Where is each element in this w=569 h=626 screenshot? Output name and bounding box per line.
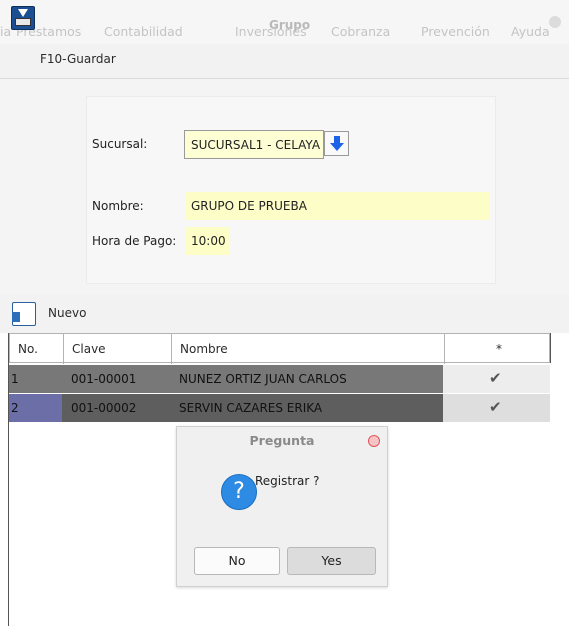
new-button[interactable]: Nuevo <box>48 306 86 320</box>
form-panel <box>86 96 496 284</box>
right-border <box>550 333 551 363</box>
arrow-down-icon <box>330 136 344 151</box>
window-control-icon[interactable] <box>549 16 561 28</box>
no-button[interactable]: No <box>194 547 280 575</box>
confirm-dialog: Pregunta ? Registrar ? No Yes <box>176 426 388 587</box>
row-clave: 001-00002 <box>71 401 137 415</box>
close-icon[interactable] <box>368 435 380 447</box>
yes-button[interactable]: Yes <box>287 547 376 575</box>
nombre-field[interactable]: GRUPO DE PRUEBA <box>185 192 490 220</box>
check-icon: ✔ <box>489 369 502 387</box>
hora-de-pago-label: Hora de Pago: <box>92 234 177 248</box>
menu-item-ia[interactable]: ia <box>0 24 11 39</box>
table-row[interactable]: 2 001-00002 SERVIN CAZARES ERIKA ✔ <box>9 394 550 422</box>
new-document-icon[interactable] <box>12 302 36 326</box>
table-row[interactable]: 1 001-00001 NUNEZ ORTIZ JUAN CARLOS ✔ <box>9 365 550 393</box>
members-table: No. Clave Nombre * 1 001-00001 NUNEZ ORT… <box>9 333 550 422</box>
column-header-mark[interactable]: * <box>496 342 502 356</box>
table-header: No. Clave Nombre * <box>9 333 550 364</box>
menu-item-prevencion[interactable]: Prevención <box>421 24 490 39</box>
column-header-no[interactable]: No. <box>18 342 38 356</box>
menu-item-contabilidad[interactable]: Contabilidad <box>104 24 183 39</box>
question-icon: ? <box>221 474 257 510</box>
check-icon: ✔ <box>489 398 502 416</box>
window-title: Grupo <box>269 18 311 32</box>
row-nombre: NUNEZ ORTIZ JUAN CARLOS <box>179 372 347 386</box>
row-clave: 001-00001 <box>71 372 137 386</box>
row-no: 2 <box>11 401 19 415</box>
menu-item-cobranza[interactable]: Cobranza <box>331 24 390 39</box>
dialog-title: Pregunta <box>249 433 315 448</box>
save-icon[interactable] <box>11 6 35 30</box>
nombre-label: Nombre: <box>92 199 144 213</box>
column-header-nombre[interactable]: Nombre <box>180 342 228 356</box>
save-button[interactable]: F10-Guardar <box>40 52 116 66</box>
sucursal-label: Sucursal: <box>92 137 148 151</box>
hora-de-pago-field[interactable]: 10:00 <box>185 227 229 255</box>
menu-item-ayuda[interactable]: Ayuda <box>511 24 550 39</box>
column-header-clave[interactable]: Clave <box>72 342 106 356</box>
sucursal-dropdown-button[interactable] <box>324 131 349 156</box>
row-no: 1 <box>11 372 19 386</box>
sucursal-field[interactable]: SUCURSAL1 - CELAYA <box>184 130 324 159</box>
row-nombre: SERVIN CAZARES ERIKA <box>179 401 323 415</box>
dialog-message: Registrar ? <box>255 474 320 488</box>
menubar: ia Préstamos Contabilidad Inversiones Co… <box>0 0 569 44</box>
